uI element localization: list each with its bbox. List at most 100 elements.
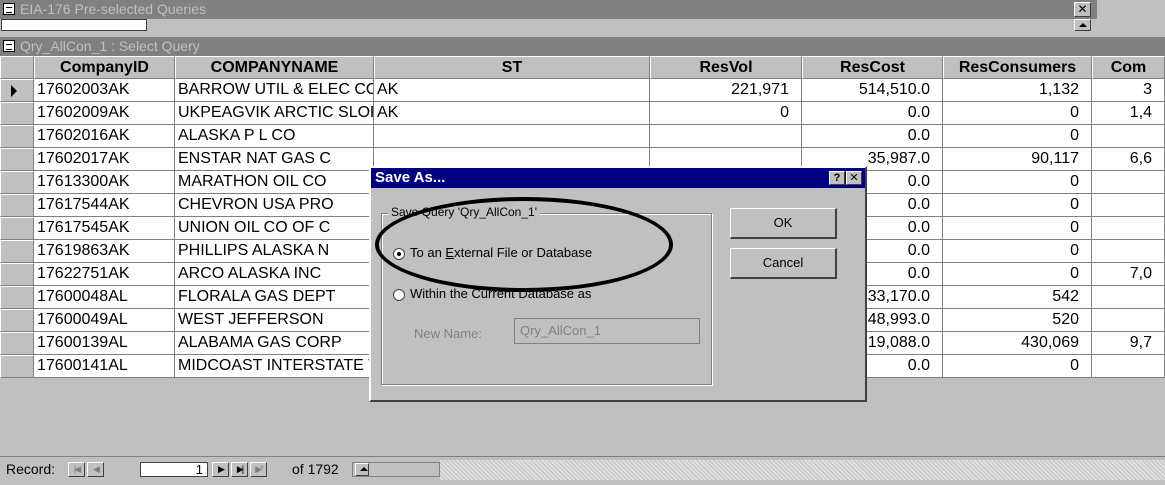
table-cell[interactable] <box>1092 286 1165 309</box>
outer-close-button[interactable]: ✕ <box>1074 2 1091 17</box>
new-record-button[interactable]: ▶* <box>250 462 267 477</box>
record-selector[interactable] <box>0 309 34 332</box>
column-header[interactable]: CompanyID <box>34 56 175 79</box>
table-cell[interactable]: MARATHON OIL CO <box>175 171 374 194</box>
scroll-up-button[interactable] <box>1074 19 1091 31</box>
table-cell[interactable]: ALASKA P L CO <box>175 125 374 148</box>
table-cell[interactable]: 3 <box>1092 79 1165 102</box>
query-combo[interactable] <box>1 19 147 31</box>
table-cell[interactable] <box>1092 194 1165 217</box>
table-cell[interactable]: 17613300AK <box>34 171 175 194</box>
table-cell[interactable]: CHEVRON USA PRO <box>175 194 374 217</box>
table-cell[interactable]: 430,069 <box>943 332 1092 355</box>
table-cell[interactable]: 1,4 <box>1092 102 1165 125</box>
record-selector[interactable] <box>0 79 34 102</box>
table-cell[interactable]: 0 <box>943 240 1092 263</box>
record-selector[interactable] <box>0 355 34 378</box>
table-cell[interactable]: 1,132 <box>943 79 1092 102</box>
table-cell[interactable]: AK <box>374 79 650 102</box>
table-cell[interactable] <box>1092 355 1165 378</box>
record-number-field[interactable]: 1 <box>140 462 208 477</box>
table-cell[interactable]: 6,6 <box>1092 148 1165 171</box>
table-cell[interactable]: 17600139AL <box>34 332 175 355</box>
table-cell[interactable]: 17602016AK <box>34 125 175 148</box>
next-record-button[interactable]: ▶ <box>212 462 229 477</box>
record-selector[interactable] <box>0 217 34 240</box>
table-cell[interactable]: 17600049AL <box>34 309 175 332</box>
record-selector[interactable] <box>0 102 34 125</box>
table-cell[interactable]: 0 <box>943 194 1092 217</box>
table-cell[interactable]: 0 <box>943 217 1092 240</box>
prev-record-button[interactable]: ◀ <box>87 462 104 477</box>
dialog-close-button[interactable]: ✕ <box>846 171 862 185</box>
table-cell[interactable] <box>650 125 802 148</box>
column-header[interactable]: ST <box>374 56 650 79</box>
table-cell[interactable] <box>1092 240 1165 263</box>
table-cell[interactable] <box>374 125 650 148</box>
table-cell[interactable]: 17617544AK <box>34 194 175 217</box>
table-cell[interactable]: 520 <box>943 309 1092 332</box>
record-selector[interactable] <box>0 148 34 171</box>
table-cell[interactable]: 0.0 <box>802 125 943 148</box>
table-cell[interactable] <box>1092 125 1165 148</box>
table-cell[interactable]: 17622751AK <box>34 263 175 286</box>
table-cell[interactable] <box>1092 309 1165 332</box>
table-cell[interactable]: 17602003AK <box>34 79 175 102</box>
table-cell[interactable]: WEST JEFFERSON <box>175 309 374 332</box>
record-selector[interactable] <box>0 240 34 263</box>
table-cell[interactable]: 17602009AK <box>34 102 175 125</box>
table-cell[interactable]: BARROW UTIL & ELEC COOP INC <box>175 79 374 102</box>
record-selector[interactable] <box>0 286 34 309</box>
table-cell[interactable]: FLORALA GAS DEPT <box>175 286 374 309</box>
highlight-ellipse <box>375 197 673 292</box>
table-cell[interactable]: 7,0 <box>1092 263 1165 286</box>
table-cell[interactable] <box>1092 171 1165 194</box>
table-cell[interactable]: UNION OIL CO OF C <box>175 217 374 240</box>
column-header[interactable]: COMPANYNAME <box>175 56 374 79</box>
table-cell[interactable]: 90,117 <box>943 148 1092 171</box>
table-cell[interactable]: AK <box>374 102 650 125</box>
table-cell[interactable]: PHILLIPS ALASKA N <box>175 240 374 263</box>
table-cell[interactable]: 542 <box>943 286 1092 309</box>
table-cell[interactable]: ALABAMA GAS CORP <box>175 332 374 355</box>
table-cell[interactable]: UKPEAGVIK ARCTIC SLOPE <box>175 102 374 125</box>
table-cell[interactable]: MIDCOAST INTERSTATE TRANS IN <box>175 355 374 378</box>
scroll-left-button[interactable] <box>355 463 369 476</box>
cancel-button[interactable]: Cancel <box>730 248 837 279</box>
ok-button[interactable]: OK <box>730 208 837 239</box>
current-database-radio[interactable] <box>393 289 405 301</box>
table-cell[interactable]: 221,971 <box>650 79 802 102</box>
table-cell[interactable]: 9,7 <box>1092 332 1165 355</box>
table-cell[interactable]: 0 <box>943 355 1092 378</box>
last-record-button[interactable]: ▶| <box>231 462 248 477</box>
table-cell[interactable] <box>1092 217 1165 240</box>
table-cell[interactable]: 17600141AL <box>34 355 175 378</box>
record-selector[interactable] <box>0 263 34 286</box>
record-selector[interactable] <box>0 125 34 148</box>
table-cell[interactable]: 0 <box>943 125 1092 148</box>
record-selector[interactable] <box>0 332 34 355</box>
table-cell[interactable]: 0 <box>943 171 1092 194</box>
table-cell[interactable]: 17619863AK <box>34 240 175 263</box>
column-header[interactable]: ResVol <box>650 56 802 79</box>
table-cell[interactable]: ENSTAR NAT GAS C <box>175 148 374 171</box>
record-selector[interactable] <box>0 171 34 194</box>
table-cell[interactable]: 0 <box>943 263 1092 286</box>
help-button[interactable]: ? <box>829 171 845 185</box>
table-cell[interactable]: 17602017AK <box>34 148 175 171</box>
column-header[interactable]: ResConsumers <box>943 56 1092 79</box>
table-cell[interactable]: 17600048AL <box>34 286 175 309</box>
table-cell[interactable]: 0 <box>943 102 1092 125</box>
horizontal-scrollbar[interactable] <box>352 462 440 477</box>
table-cell[interactable]: 514,510.0 <box>802 79 943 102</box>
table-cell[interactable]: 0 <box>650 102 802 125</box>
first-record-button[interactable]: |◀ <box>68 462 85 477</box>
column-header[interactable]: ResCost <box>802 56 943 79</box>
record-selector[interactable] <box>0 194 34 217</box>
table-cell[interactable]: 0.0 <box>802 102 943 125</box>
new-name-field[interactable]: Qry_AllCon_1 <box>514 318 700 344</box>
select-all-corner[interactable] <box>0 56 34 79</box>
table-cell[interactable]: ARCO ALASKA INC <box>175 263 374 286</box>
column-header[interactable]: Com <box>1092 56 1165 79</box>
table-cell[interactable]: 17617545AK <box>34 217 175 240</box>
